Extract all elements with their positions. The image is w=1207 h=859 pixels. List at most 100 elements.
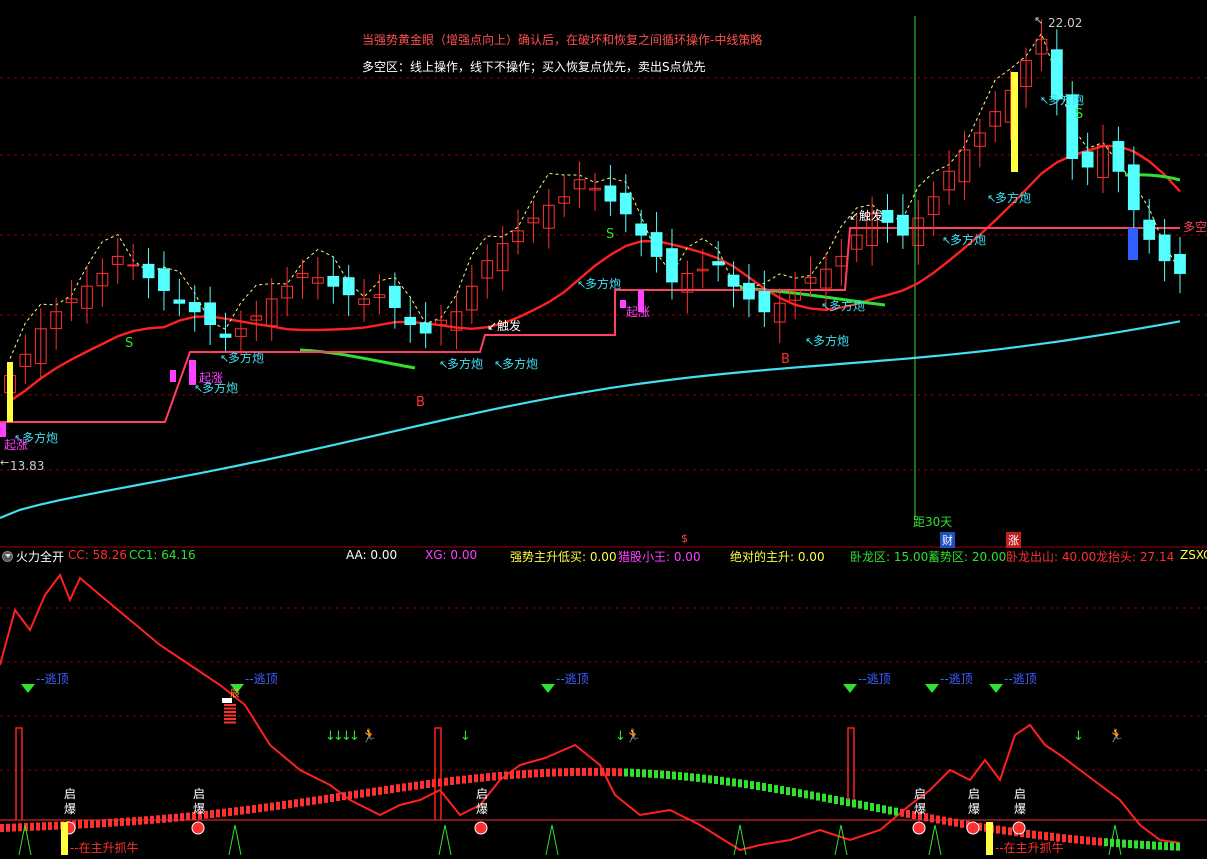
- cc1-ribbon-seg: [252, 804, 256, 813]
- cc1-ribbon-seg: [1068, 834, 1072, 843]
- cc1-ribbon-seg: [102, 819, 106, 828]
- escape-top-label: --逃顶: [245, 672, 278, 686]
- cc1-ribbon-seg: [180, 813, 184, 822]
- cc1-ribbon-seg: [240, 806, 244, 815]
- indicator-name[interactable]: 火力全开: [16, 548, 64, 565]
- s-marker: S: [606, 227, 614, 242]
- xs-value: 蓄势区: 20.00: [928, 550, 1007, 564]
- wlcs-value: 卧龙出山: 40.00: [1006, 550, 1097, 564]
- ltt-value: 龙抬头: 27.14: [1096, 550, 1175, 564]
- candle-body: [712, 261, 725, 266]
- cc1-ribbon-seg: [96, 819, 100, 828]
- qibao-char: 爆: [193, 802, 205, 816]
- jd-value: 绝对的主升: 0.00: [730, 550, 825, 564]
- cc1-ribbon-seg: [1080, 836, 1084, 845]
- cc1-ribbon-seg: [486, 773, 490, 782]
- cc1-ribbon-seg: [516, 770, 520, 779]
- cc1-ribbon-seg: [702, 774, 706, 783]
- aa-value: AA: 0.00: [346, 548, 398, 562]
- cc1-ribbon-seg: [444, 777, 448, 786]
- cc1-ribbon-seg: [144, 816, 148, 825]
- cc1-ribbon-seg: [756, 782, 760, 791]
- qibao-char: 爆: [1014, 802, 1026, 816]
- candle-body: [604, 185, 617, 202]
- qibao-char: 启: [476, 787, 488, 801]
- high-price-label: 22.02: [1048, 16, 1083, 30]
- candle-body: [388, 285, 401, 308]
- escape-top-triangle: [925, 684, 939, 693]
- cc1-ribbon-seg: [78, 820, 82, 829]
- cc1-ribbon-seg: [942, 816, 946, 825]
- cc1-ribbon-seg: [1038, 831, 1042, 840]
- cc1-ribbon-seg: [1104, 838, 1108, 847]
- cc1-ribbon-seg: [948, 817, 952, 826]
- indicator-menu-button[interactable]: [2, 551, 13, 562]
- candle-body: [219, 333, 232, 338]
- cc1-ribbon-seg: [888, 806, 892, 815]
- cc1-ribbon-seg: [504, 771, 508, 780]
- cc1-ribbon-seg: [606, 767, 610, 776]
- cc1-ribbon-seg: [462, 775, 466, 784]
- cc1-ribbon-seg: [186, 812, 190, 821]
- cc1-ribbon-seg: [732, 778, 736, 787]
- cc1-ribbon-seg: [450, 776, 454, 785]
- candle-body: [650, 232, 663, 257]
- cc1-ribbon-seg: [1044, 832, 1048, 841]
- chart-stage: ↖ 多方炮 ↖ 多方炮 ↖ 多方炮 ↖ 多方炮 ↖ 多方炮 ↖ 多方炮 ↖ 多方炮 ↖ 多方炮 ↖ 多方炮 ↖ 多方炮…: [0, 0, 1207, 856]
- cc1-ribbon-seg: [0, 824, 4, 832]
- candle-body: [1050, 49, 1063, 100]
- cc1-ribbon-seg: [234, 807, 238, 816]
- chart-svg: ↖多方炮↖多方炮↖多方炮 ↖多方炮 ↖多方炮↖多方炮↖多方炮↖多方炮↖多方炮↖多方炮…: [0, 14, 1207, 856]
- cc1-ribbon-seg: [786, 787, 790, 796]
- cc1-ribbon-seg: [30, 822, 34, 831]
- cc1-ribbon-seg: [636, 769, 640, 778]
- cc1-ribbon-seg: [156, 815, 160, 824]
- cc1-ribbon-seg: [816, 792, 820, 801]
- cc1-ribbon-seg: [684, 772, 688, 781]
- candle-body: [758, 291, 771, 313]
- top-note-2: 多空区：线上操作，线下不操作；买入恢复点优先，卖出S点优先: [362, 60, 706, 74]
- highlight-bar: [1011, 72, 1018, 172]
- runner-icon: 🏃: [1108, 728, 1124, 744]
- candle-body: [897, 214, 909, 236]
- cc1-ribbon-seg: [792, 788, 796, 797]
- cc1-ribbon-seg: [174, 813, 178, 822]
- highlight-bar: [0, 423, 6, 437]
- dist30-label: 距30天: [913, 515, 953, 529]
- qizhang-label: 起涨: [626, 304, 650, 319]
- cc1-ribbon-seg: [522, 770, 526, 779]
- escape-top-label: --逃顶: [556, 672, 589, 686]
- down-arrow-icon: ↓: [349, 729, 360, 744]
- candle-body: [173, 299, 186, 304]
- zaizhu-label: --在主升抓牛: [70, 840, 139, 855]
- cc1-ribbon-seg: [366, 788, 370, 797]
- cc1-ribbon-seg: [852, 799, 856, 808]
- cc1-ribbon-seg: [960, 819, 964, 828]
- escape-top-triangle: [21, 684, 35, 693]
- qibao-char: 启: [914, 787, 926, 801]
- qibao-char: 爆: [476, 802, 488, 816]
- candle-body: [727, 274, 740, 287]
- escape-top-triangle: [541, 684, 555, 693]
- highlight-bar: [7, 362, 13, 422]
- qibao-char: 启: [64, 787, 76, 801]
- cc1-ribbon-seg: [84, 820, 88, 829]
- cc1-ribbon-seg: [6, 823, 10, 832]
- qibao-ball: [474, 821, 488, 835]
- wl-value: 卧龙区: 15.00: [850, 550, 929, 564]
- cc1-ribbon-seg: [798, 789, 802, 798]
- stack-mark: [224, 704, 236, 706]
- b-marker: B: [781, 352, 790, 367]
- cc1-ribbon-seg: [1002, 826, 1006, 835]
- cc1-ribbon-seg: [120, 818, 124, 827]
- cc-value: CC: 58.26: [68, 548, 127, 562]
- candle-body: [881, 209, 894, 223]
- cc1-ribbon-seg: [600, 767, 604, 776]
- cc1-ribbon-seg: [642, 769, 646, 778]
- cc1-ribbon-seg: [132, 817, 136, 826]
- runner-icon: 🏃: [625, 728, 641, 744]
- cc1-ribbon-seg: [954, 818, 958, 827]
- stack-mark: [224, 721, 236, 724]
- qibao-char: 启: [968, 787, 980, 801]
- cc1-ribbon-seg: [138, 816, 142, 825]
